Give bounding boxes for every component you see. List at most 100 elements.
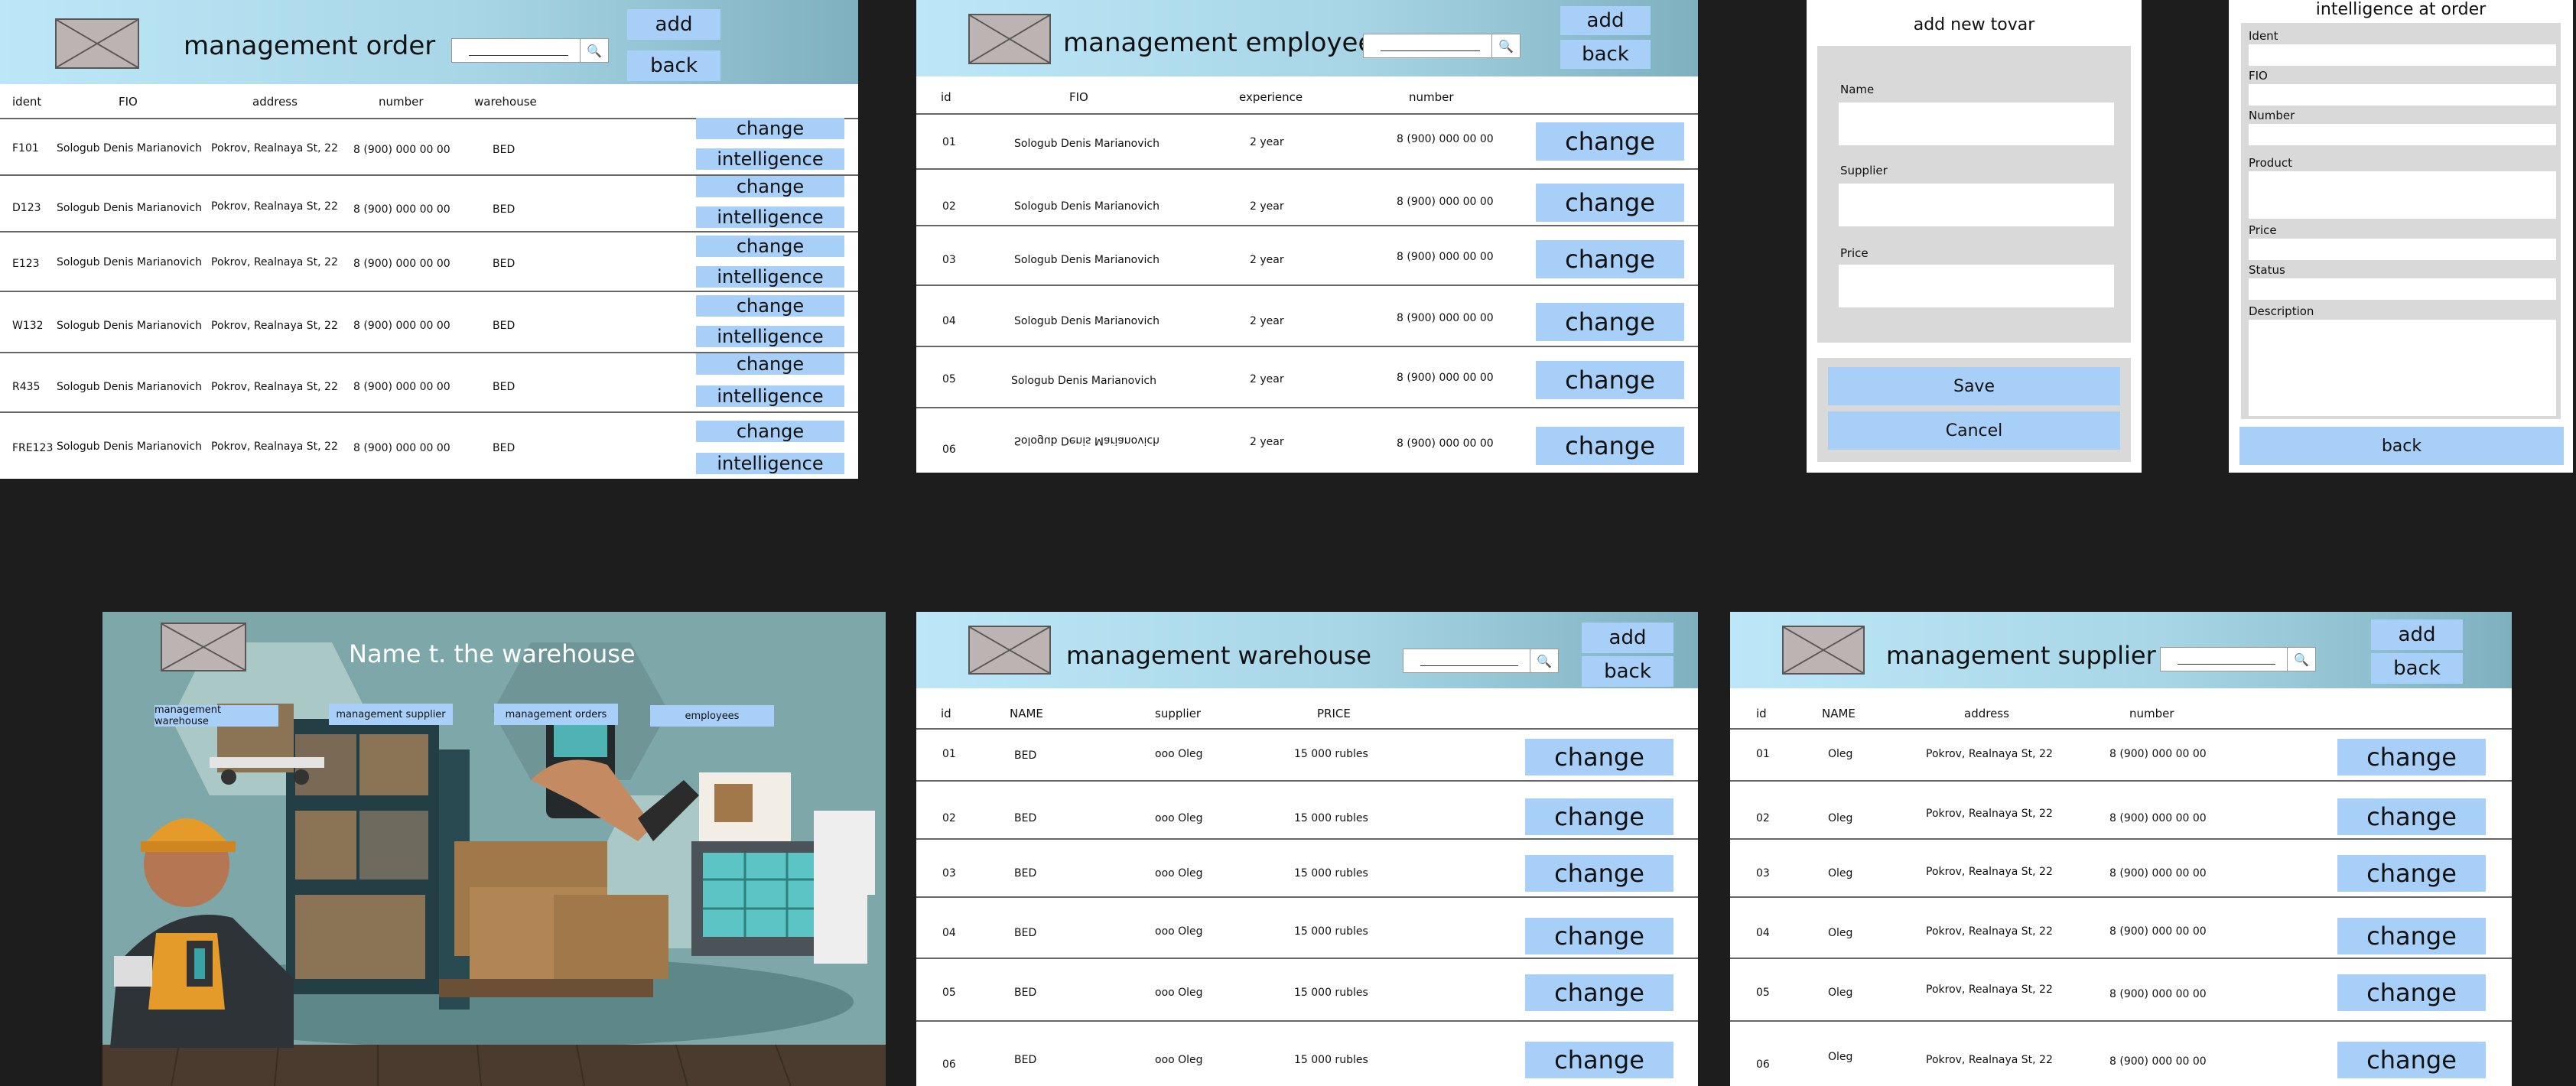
employees-screen: management employees 🔍 add back id FIO e… [916,0,1698,473]
search-input[interactable]: 🔍 [451,38,609,63]
nav-management-orders[interactable]: management orders [494,704,618,725]
cell-fio: Sologub Denis Marianovich [57,256,202,268]
nav-management-warehouse[interactable]: management warehouse [154,704,278,727]
name-input[interactable] [1839,102,2114,145]
save-button[interactable]: Save [1828,367,2120,405]
cell-supplier: ooo Oleg [1155,867,1203,880]
change-button[interactable]: change [2337,1042,2486,1078]
cell-experience: 2 year [1250,436,1284,448]
cell-warehouse: BED [493,381,516,393]
cell-name: BED [1014,1054,1037,1066]
search-input[interactable]: 🔍 [1403,649,1559,673]
add-button[interactable]: add [2371,619,2463,650]
back-button[interactable]: back [2371,653,2463,684]
price-field[interactable] [2249,239,2556,260]
change-button[interactable]: change [1536,303,1684,341]
cell-price: 15 000 rubles [1294,1054,1368,1066]
intelligence-button[interactable]: intelligence [696,206,844,228]
search-icon[interactable]: 🔍 [2287,648,2315,671]
cell-name: Oleg [1828,987,1853,999]
change-button[interactable]: change [696,176,844,197]
price-input[interactable] [1839,265,2114,307]
change-button[interactable]: change [696,353,844,375]
cell-id: 01 [942,136,956,148]
cell-number: 8 (900) 000 00 00 [1397,437,1494,450]
cancel-button[interactable]: Cancel [1828,411,2120,450]
field-label: Ident [2249,29,2278,43]
change-button[interactable]: change [2337,739,2486,775]
search-input[interactable]: 🔍 [1363,34,1521,58]
description-field[interactable] [2249,320,2556,416]
intelligence-button[interactable]: intelligence [696,326,844,347]
image-placeholder-icon [968,626,1051,675]
number-field[interactable] [2249,124,2556,145]
status-field[interactable] [2249,278,2556,300]
change-button[interactable]: change [1525,739,1673,775]
supplier-input[interactable] [1839,184,2114,226]
search-input[interactable]: 🔍 [2160,647,2316,671]
change-button[interactable]: change [696,118,844,139]
product-field[interactable] [2249,171,2556,219]
cell-id: 05 [1756,987,1770,999]
cell-name: Oleg [1828,748,1853,760]
add-button[interactable]: add [1582,623,1673,653]
nav-employees[interactable]: employees [650,705,774,727]
change-button[interactable]: change [2337,855,2486,892]
cell-address: Pokrov, Realnaya St, 22 [1926,1054,2053,1066]
back-button[interactable]: back [1582,656,1673,687]
fio-field[interactable] [2249,84,2556,106]
back-button[interactable]: back [2239,427,2564,465]
nav-management-supplier[interactable]: management supplier [329,704,453,725]
change-button[interactable]: change [2337,974,2486,1011]
search-icon[interactable]: 🔍 [1530,649,1558,672]
search-icon[interactable]: 🔍 [580,39,608,62]
change-button[interactable]: change [696,421,844,442]
change-button[interactable]: change [1536,361,1684,399]
image-placeholder-icon [55,18,139,69]
column-header: id [941,707,951,720]
intelligence-button[interactable]: intelligence [696,385,844,407]
change-button[interactable]: change [696,236,844,257]
change-button[interactable]: change [1536,427,1684,465]
change-button[interactable]: change [1525,855,1673,892]
change-button[interactable]: change [1525,798,1673,835]
cell-price: 15 000 rubles [1294,925,1368,938]
cell-id: 04 [1756,927,1770,939]
cell-number: 8 (900) 000 00 00 [353,320,450,332]
change-button[interactable]: change [1525,1042,1673,1078]
cell-ident: E123 [12,258,40,270]
cell-experience: 2 year [1250,200,1284,213]
change-button[interactable]: change [1525,918,1673,954]
cell-number: 8 (900) 000 00 00 [1397,251,1494,263]
cell-ident: W132 [12,320,44,332]
ident-field[interactable] [2249,44,2556,66]
cell-id: 03 [942,254,956,266]
intelligence-button[interactable]: intelligence [696,148,844,170]
column-header: warehouse [474,95,537,109]
intelligence-button[interactable]: intelligence [696,453,844,474]
change-button[interactable]: change [696,295,844,317]
page-title: management employees [1063,28,1388,58]
change-button[interactable]: change [1536,184,1684,222]
column-header: FIO [1069,90,1088,104]
column-header: PRICE [1317,707,1351,720]
cell-name: BED [1014,812,1037,824]
back-button[interactable]: back [627,50,720,81]
add-button[interactable]: add [627,9,720,40]
add-button[interactable]: add [1560,6,1651,35]
change-button[interactable]: change [1525,974,1673,1011]
search-icon[interactable]: 🔍 [1491,34,1520,57]
back-button[interactable]: back [1560,40,1651,69]
field-label: FIO [2249,69,2268,83]
change-button[interactable]: change [2337,798,2486,835]
cell-address: Pokrov, Realnaya St, 22 [211,142,338,154]
change-button[interactable]: change [1536,240,1684,278]
cell-number: 8 (900) 000 00 00 [1397,372,1494,384]
order-screen: management order 🔍 add back ident FIO ad… [0,0,858,479]
cell-fio: Sologub Denis Marianovich [57,381,202,393]
cell-supplier: ooo Oleg [1155,925,1203,938]
intelligence-button[interactable]: intelligence [696,266,844,288]
change-button[interactable]: change [1536,122,1684,161]
column-header: experience [1239,90,1303,104]
change-button[interactable]: change [2337,918,2486,954]
